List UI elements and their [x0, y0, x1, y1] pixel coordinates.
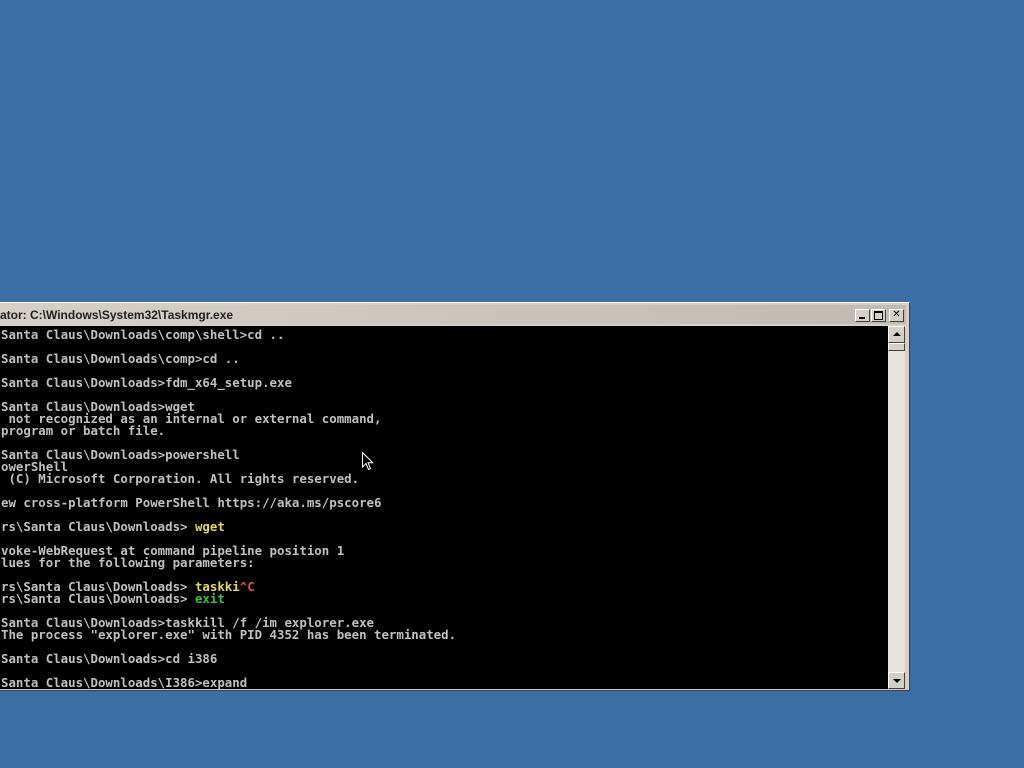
- console-line: Santa Claus\Downloads\comp\shell>cd ..: [1, 327, 456, 342]
- console-line: Santa Claus\Downloads>cd i386: [1, 651, 456, 666]
- window-title: ator: C:\Windows\System32\Taskmgr.exe: [0, 308, 234, 322]
- console-text: Santa Claus\Downloads>cd i386: [1, 651, 218, 666]
- vertical-scrollbar[interactable]: [888, 326, 905, 689]
- mouse-pointer-icon: [362, 452, 374, 471]
- minimize-button[interactable]: [855, 309, 870, 322]
- console-text: ^C: [239, 579, 255, 594]
- console-text: wget: [194, 519, 225, 534]
- console-text: program or batch file.: [1, 423, 166, 438]
- console-line: rs\Santa Claus\Downloads> exit: [1, 591, 456, 606]
- console-line: lues for the following parameters:: [1, 555, 456, 570]
- console-text: (C) Microsoft Corporation. All rights re…: [1, 471, 360, 486]
- console-text: rs\Santa Claus\Downloads>: [1, 591, 195, 606]
- title-bar[interactable]: ator: C:\Windows\System32\Taskmgr.exe ✕: [0, 305, 906, 324]
- chevron-up-icon: [893, 332, 901, 336]
- console-output[interactable]: Santa Claus\Downloads\comp\shell>cd .. Sa…: [0, 326, 888, 689]
- command-prompt-window[interactable]: ator: C:\Windows\System32\Taskmgr.exe ✕ …: [0, 302, 910, 691]
- console-text: The process "explorer.exe" with PID 4352…: [1, 627, 457, 642]
- console-text: Santa Claus\Downloads\I386>expand: [1, 675, 248, 689]
- scroll-down-button[interactable]: [888, 672, 905, 689]
- console-text: Santa Claus\Downloads\comp>cd ..: [1, 351, 240, 366]
- console-text: Santa Claus\Downloads\comp\shell>cd ..: [1, 327, 285, 342]
- console-line: ew cross-platform PowerShell https://aka…: [1, 495, 456, 510]
- console-text: Santa Claus\Downloads>fdm_x64_setup.exe: [1, 375, 292, 390]
- console-lines: Santa Claus\Downloads\comp\shell>cd .. Sa…: [1, 327, 457, 689]
- chevron-down-icon: [893, 679, 901, 683]
- console-line: Santa Claus\Downloads\I386>expand: [1, 675, 456, 689]
- maximize-button[interactable]: [871, 309, 886, 322]
- close-icon: ✕: [892, 309, 901, 320]
- console-text: lues for the following parameters:: [1, 555, 255, 570]
- console-line: Santa Claus\Downloads>powershell: [1, 448, 456, 461]
- scroll-up-button[interactable]: [888, 326, 905, 343]
- scroll-thumb[interactable]: [888, 343, 905, 351]
- console-line: rs\Santa Claus\Downloads> wget: [1, 519, 456, 534]
- close-button[interactable]: ✕: [889, 309, 904, 322]
- console-text: rs\Santa Claus\Downloads>: [1, 519, 195, 534]
- console-line: program or batch file.: [1, 423, 456, 438]
- console-text: exit: [194, 591, 225, 606]
- console-line: Santa Claus\Downloads\comp>cd ..: [1, 351, 456, 366]
- console-line: Santa Claus\Downloads>fdm_x64_setup.exe: [1, 375, 456, 390]
- console-text: ew cross-platform PowerShell https://aka…: [1, 495, 382, 510]
- console-line: The process "explorer.exe" with PID 4352…: [1, 627, 457, 642]
- console-line: (C) Microsoft Corporation. All rights re…: [1, 471, 456, 486]
